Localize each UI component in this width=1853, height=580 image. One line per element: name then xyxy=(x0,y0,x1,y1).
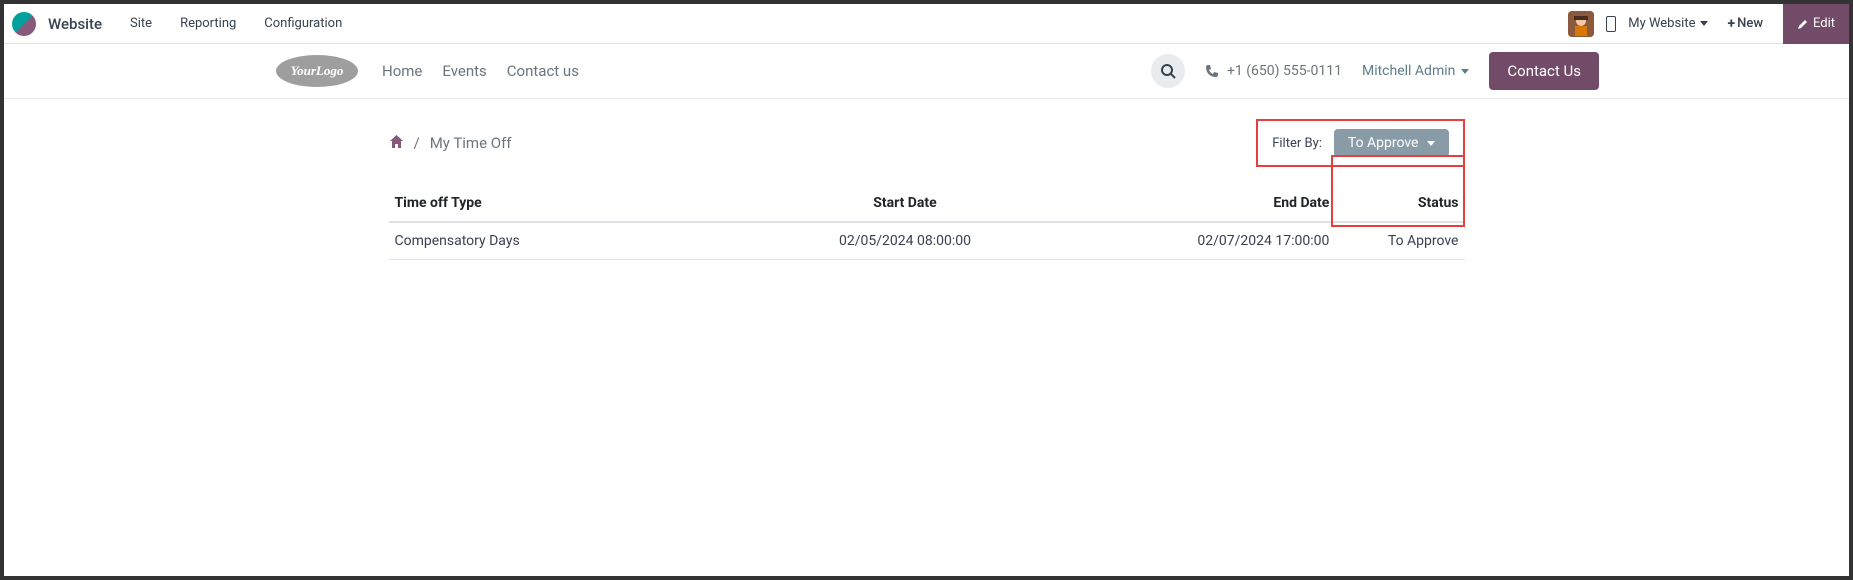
nav-contact[interactable]: Contact us xyxy=(507,62,579,80)
pencil-icon xyxy=(1797,18,1809,30)
chevron-down-icon xyxy=(1700,21,1708,26)
breadcrumb: / My Time Off xyxy=(389,134,512,153)
user-avatar[interactable] xyxy=(1568,11,1594,37)
cell-type: Compensatory Days xyxy=(389,222,755,260)
contact-us-button[interactable]: Contact Us xyxy=(1489,52,1599,90)
filter-value: To Approve xyxy=(1348,135,1419,151)
col-end-header: End Date xyxy=(1056,185,1336,222)
chevron-down-icon xyxy=(1461,69,1469,74)
chevron-down-icon xyxy=(1427,141,1435,146)
nav-events[interactable]: Events xyxy=(442,62,486,80)
col-type-header: Time off Type xyxy=(389,185,755,222)
breadcrumb-current: My Time Off xyxy=(430,134,512,152)
filter-dropdown[interactable]: To Approve xyxy=(1334,129,1449,157)
search-button[interactable] xyxy=(1151,54,1185,88)
nav-home[interactable]: Home xyxy=(382,62,422,80)
phone-info: +1 (650) 555-0111 xyxy=(1205,63,1342,79)
edit-button-label: Edit xyxy=(1813,16,1835,31)
mobile-preview-icon[interactable] xyxy=(1606,16,1616,32)
app-name: Website xyxy=(48,15,102,33)
cell-start: 02/05/2024 08:00:00 xyxy=(754,222,1055,260)
home-icon[interactable] xyxy=(389,134,404,153)
app-logo-icon xyxy=(12,12,36,36)
filter-section: Filter By: To Approve xyxy=(1256,119,1464,167)
app-topbar: Website Site Reporting Configuration My … xyxy=(4,4,1849,44)
cell-status: To Approve xyxy=(1335,222,1464,260)
topnav-reporting[interactable]: Reporting xyxy=(172,16,244,31)
site-logo[interactable]: YourLogo xyxy=(276,55,358,87)
website-switcher-label: My Website xyxy=(1628,16,1695,31)
phone-icon xyxy=(1205,64,1219,78)
breadcrumb-separator: / xyxy=(414,134,420,152)
edit-button[interactable]: Edit xyxy=(1783,4,1849,44)
user-menu-label: Mitchell Admin xyxy=(1362,63,1455,79)
cell-end: 02/07/2024 17:00:00 xyxy=(1056,222,1336,260)
new-button-label: New xyxy=(1737,16,1763,31)
filter-label: Filter By: xyxy=(1272,136,1322,151)
website-switcher[interactable]: My Website xyxy=(1628,16,1707,31)
topnav-configuration[interactable]: Configuration xyxy=(256,16,350,31)
plus-icon: + xyxy=(1728,16,1736,32)
site-logo-text: YourLogo xyxy=(291,63,344,79)
contact-us-label: Contact Us xyxy=(1507,62,1581,80)
table-row[interactable]: Compensatory Days 02/05/2024 08:00:00 02… xyxy=(389,222,1465,260)
col-start-header: Start Date xyxy=(754,185,1055,222)
new-button[interactable]: + New xyxy=(1720,16,1771,32)
topnav-site[interactable]: Site xyxy=(122,16,160,31)
user-menu[interactable]: Mitchell Admin xyxy=(1362,63,1469,79)
timeoff-table: Time off Type Start Date End Date Status… xyxy=(389,185,1465,260)
col-status-header: Status xyxy=(1335,185,1464,222)
site-header: YourLogo Home Events Contact us +1 (650)… xyxy=(4,44,1849,99)
phone-number: +1 (650) 555-0111 xyxy=(1227,63,1342,79)
search-icon xyxy=(1160,63,1176,79)
